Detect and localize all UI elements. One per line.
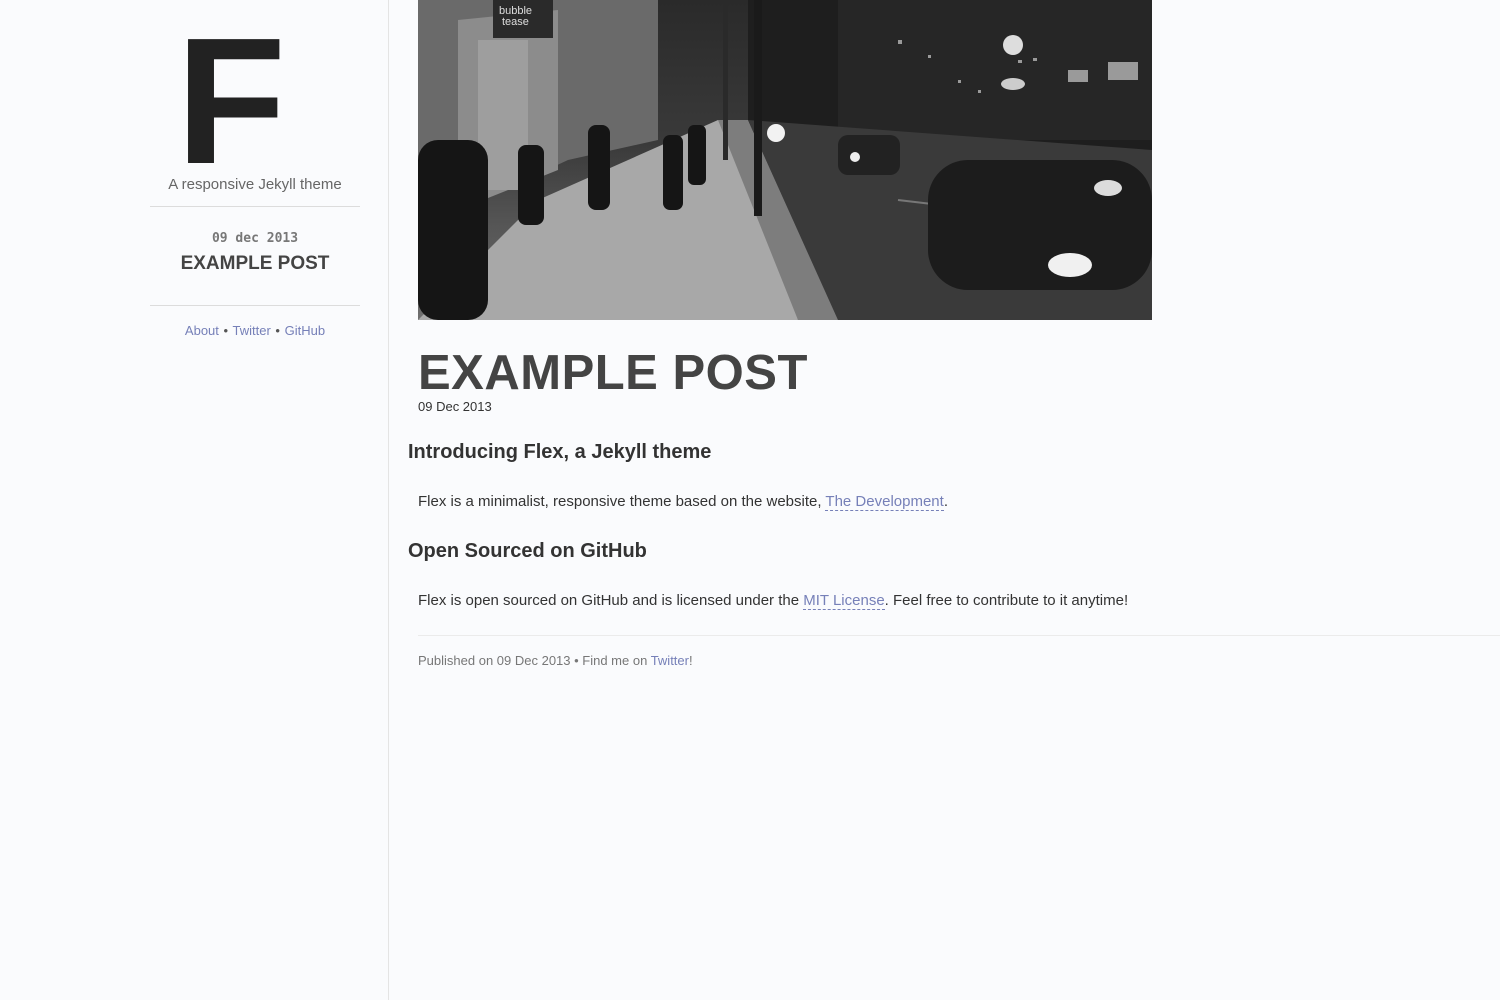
paragraph-text: Flex is open sourced on GitHub and is li…: [418, 592, 804, 609]
the-development-link[interactable]: The Development: [825, 493, 944, 511]
footer-text: !: [688, 653, 693, 668]
sidebar-divider: [150, 305, 360, 306]
nav-github-link[interactable]: GitHub: [285, 323, 325, 338]
sidebar-post-title[interactable]: EXAMPLE POST: [150, 253, 360, 275]
shop-sign-text: tease: [502, 16, 529, 28]
sidebar-divider: [150, 206, 360, 207]
hero-image: bubble tease: [418, 0, 1152, 320]
site-logo[interactable]: F: [187, 8, 297, 169]
paragraph-text: .: [943, 493, 948, 510]
footer-text: Published on 09 Dec 2013 • Find me on: [418, 653, 651, 668]
paragraph-text: . Feel free to contribute to it anytime!: [884, 592, 1129, 609]
sidebar: F A responsive Jekyll theme 09 dec 2013 …: [0, 0, 389, 1000]
footer-divider: [418, 635, 1500, 636]
post-date: 09 Dec 2013: [418, 399, 492, 414]
post-title: EXAMPLE POST: [418, 346, 808, 400]
section-paragraph: Flex is a minimalist, responsive theme b…: [418, 493, 948, 511]
mit-license-link[interactable]: MIT License: [803, 592, 885, 610]
nav-separator: •: [275, 323, 280, 338]
site-tagline: A responsive Jekyll theme: [168, 176, 342, 193]
nav-about-link[interactable]: About: [185, 323, 219, 338]
nav-separator: •: [223, 323, 229, 338]
footer-twitter-link[interactable]: Twitter: [651, 653, 689, 668]
street-photo: bubble tease: [418, 0, 1152, 320]
paragraph-text: Flex is a minimalist, responsive theme b…: [418, 493, 826, 510]
section-heading: Introducing Flex, a Jekyll theme: [408, 441, 712, 463]
section-heading: Open Sourced on GitHub: [408, 540, 647, 562]
logo-letter: F: [187, 8, 286, 169]
sidebar-post-date: 09 dec 2013: [211, 231, 299, 246]
nav-twitter-link[interactable]: Twitter: [232, 323, 270, 338]
sidebar-nav: About • Twitter • GitHub: [150, 323, 360, 338]
section-paragraph: Flex is open sourced on GitHub and is li…: [418, 592, 1129, 610]
post-footer: Published on 09 Dec 2013 • Find me on Tw…: [418, 653, 693, 668]
